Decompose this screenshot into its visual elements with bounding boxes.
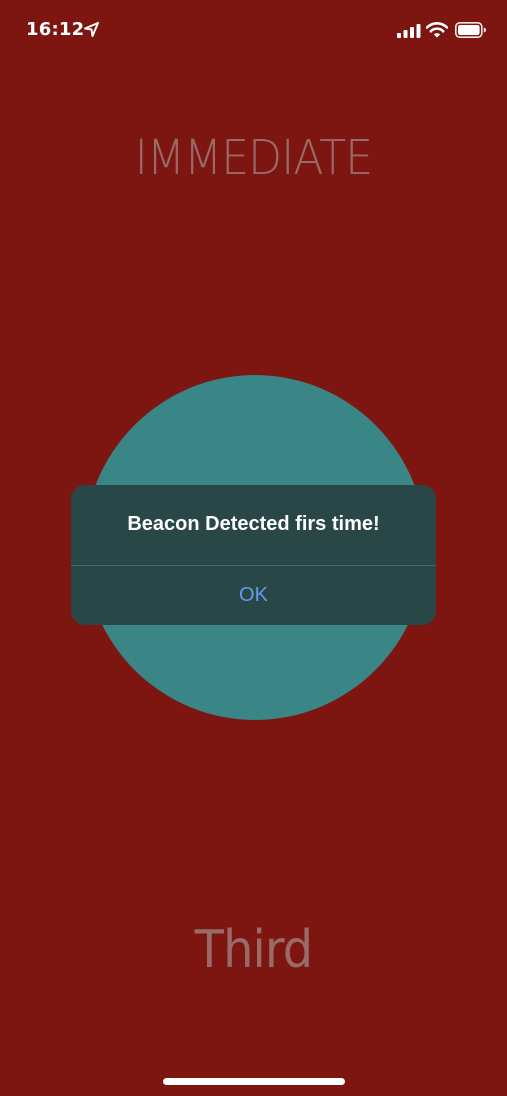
- wifi-icon: [426, 22, 448, 38]
- status-bar: 16:12: [0, 0, 507, 60]
- proximity-label: IMMEDIATE: [134, 130, 373, 186]
- alert-dialog: Beacon Detected firs time! OK: [71, 485, 436, 625]
- location-arrow-icon: [84, 22, 99, 37]
- ok-button[interactable]: OK: [71, 566, 436, 625]
- cellular-signal-icon: [397, 24, 421, 38]
- home-indicator[interactable]: [163, 1078, 345, 1085]
- battery-icon: [455, 22, 486, 38]
- status-time: 16:12: [26, 19, 85, 40]
- region-label: Third: [194, 920, 313, 980]
- alert-title: Beacon Detected firs time!: [127, 513, 380, 535]
